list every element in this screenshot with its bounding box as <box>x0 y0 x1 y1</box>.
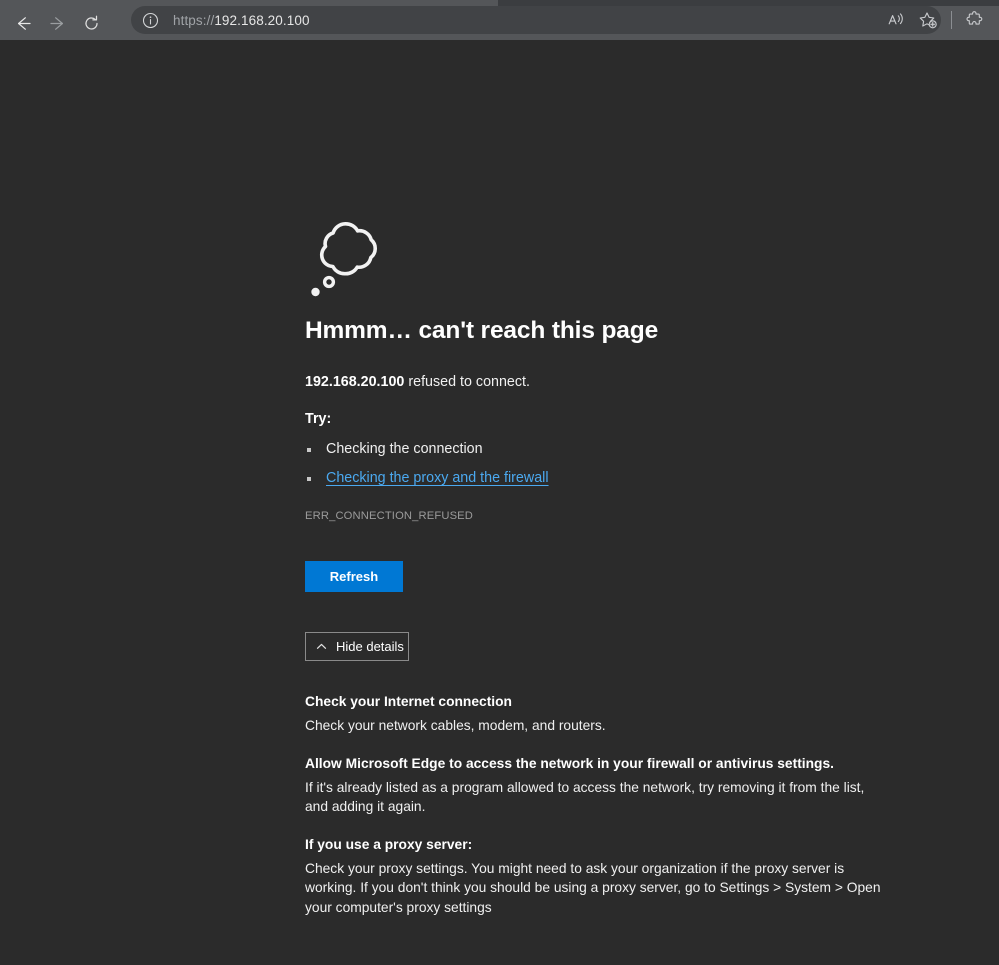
arrow-left-icon <box>17 16 31 30</box>
add-favorite-icon <box>919 11 937 28</box>
site-info-button[interactable] <box>136 6 164 34</box>
cloud-outline-icon <box>311 222 378 297</box>
detail-text: Check your network cables, modem, and ro… <box>305 718 606 733</box>
detail-heading: If you use a proxy server: <box>305 836 473 852</box>
detail-text: If it's already listed as a program allo… <box>305 779 865 815</box>
back-button[interactable] <box>6 8 40 38</box>
detail-heading: Check your Internet connection <box>305 694 512 709</box>
read-aloud-icon <box>888 13 903 25</box>
address-bar[interactable]: https://192.168.20.100 <box>131 6 941 34</box>
suggestion-list: Checking the connection Checking the pro… <box>305 427 905 499</box>
error-host: 192.168.20.100 <box>305 374 405 390</box>
error-container: Hmmm… can't reach this page 192.168.20.1… <box>305 40 905 937</box>
read-aloud-button[interactable] <box>880 6 912 34</box>
extensions-puzzle-icon <box>966 11 983 25</box>
thought-bubble-cloud-icon <box>305 210 385 300</box>
error-code: ERR_CONNECTION_REFUSED <box>305 510 474 522</box>
details-section: Check your Internet connection Check you… <box>305 661 905 937</box>
toolbar-separator <box>951 11 952 29</box>
detail-block: If you use a proxy server: Check your pr… <box>305 837 905 938</box>
refresh-button[interactable] <box>74 8 108 38</box>
list-item: Checking the connection <box>305 441 905 470</box>
url-host: 192.168.20.100 <box>214 12 310 28</box>
refresh-icon <box>84 15 98 30</box>
detail-text: Check your proxy settings. You might nee… <box>305 860 881 915</box>
suggestion-text: Checking the connection <box>326 441 483 457</box>
url-text[interactable]: https://192.168.20.100 <box>173 13 310 28</box>
refresh-page-button[interactable]: Refresh <box>305 561 403 592</box>
chevron-up-icon <box>315 640 328 653</box>
error-summary: 192.168.20.100 refused to connect. <box>305 345 905 390</box>
error-summary-rest: refused to connect. <box>404 374 530 390</box>
page-content: Hmmm… can't reach this page 192.168.20.1… <box>0 40 999 965</box>
extensions-button[interactable] <box>959 6 991 34</box>
info-circle-icon <box>142 12 158 28</box>
hide-details-button[interactable]: Hide details <box>305 632 409 661</box>
browser-chrome: https://192.168.20.100 <box>0 0 999 40</box>
list-item[interactable]: Checking the proxy and the firewall <box>305 470 905 499</box>
page-title: Hmmm… can't reach this page <box>305 317 659 344</box>
arrow-right-icon <box>49 16 63 30</box>
toolbar-right-actions <box>880 6 999 34</box>
forward-button[interactable] <box>40 8 74 38</box>
hide-details-label: Hide details <box>336 639 404 654</box>
detail-block: Check your Internet connection Check you… <box>305 694 905 756</box>
add-favorite-button[interactable] <box>912 6 944 34</box>
detail-block: Allow Microsoft Edge to access the netwo… <box>305 756 905 837</box>
proxy-firewall-link[interactable]: Checking the proxy and the firewall <box>326 470 549 486</box>
detail-heading: Allow Microsoft Edge to access the netwo… <box>305 755 834 771</box>
try-label: Try: <box>305 411 332 427</box>
url-scheme: https:// <box>173 12 215 28</box>
